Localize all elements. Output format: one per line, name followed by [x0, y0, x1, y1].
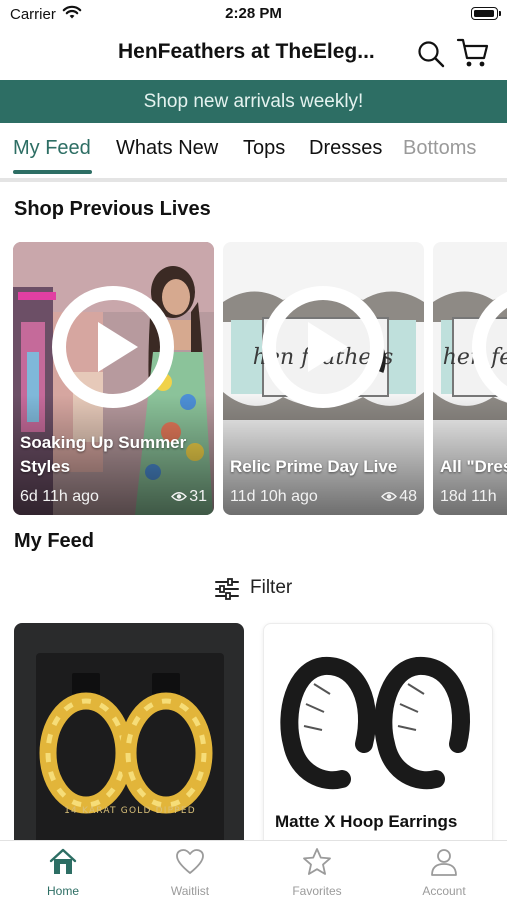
battery-icon	[471, 7, 501, 20]
live-card[interactable]: hen feathers All "Dres 18d 11h	[433, 242, 507, 515]
home-icon	[49, 848, 77, 874]
live-views: 31	[171, 488, 207, 506]
heart-icon	[176, 849, 204, 874]
live-age: 11d 10h ago	[230, 488, 318, 505]
nav-favorites[interactable]: Favorites	[254, 841, 380, 900]
black-hoop-earrings-image	[280, 657, 471, 790]
tab-my-feed[interactable]: My Feed	[13, 137, 91, 160]
star-icon	[303, 848, 331, 875]
clock: 2:28 PM	[225, 5, 282, 22]
bottom-navigation: Home Waitlist Favorites Account	[0, 840, 507, 900]
live-title: Relic Prime Day Live	[230, 457, 398, 476]
cart-icon[interactable]	[456, 37, 490, 69]
nav-home[interactable]: Home	[0, 841, 126, 900]
nav-account[interactable]: Account	[381, 841, 507, 900]
filter-label: Filter	[250, 577, 293, 598]
live-age: 18d 11h	[440, 488, 497, 505]
tab-divider	[0, 178, 507, 182]
store-title: HenFeathers at TheEleg...	[118, 40, 375, 63]
live-card[interactable]: Soaking Up Summer Styles 6d 11h ago 31	[13, 242, 214, 515]
view-count: 31	[189, 488, 207, 505]
nav-home-label: Home	[46, 884, 79, 898]
live-title: Soaking Up Summer Styles	[20, 433, 187, 476]
nav-waitlist[interactable]: Waitlist	[127, 841, 253, 900]
tab-active-indicator	[13, 170, 92, 174]
tab-whats-new[interactable]: Whats New	[116, 137, 218, 160]
category-tabs: My Feed Whats New Tops Dresses Bottoms	[0, 123, 507, 178]
gold-hoop-earrings-image: 14 KARAT GOLD DIPPED	[36, 653, 224, 853]
person-icon	[431, 849, 457, 876]
search-icon[interactable]	[416, 39, 446, 69]
live-card[interactable]: hen feathers Relic Prime Day Live 11d 10…	[223, 242, 424, 515]
box-text: 14 KARAT GOLD DIPPED	[64, 806, 196, 816]
view-count: 48	[399, 488, 417, 505]
product-name: Matte X Hoop Earrings	[275, 812, 458, 831]
my-feed-heading: My Feed	[14, 530, 95, 552]
tab-dresses[interactable]: Dresses	[309, 137, 382, 160]
product-card[interactable]: 14 KARAT GOLD DIPPED	[14, 623, 244, 853]
live-title: All "Dres	[440, 457, 507, 476]
play-icon[interactable]	[52, 286, 174, 408]
eye-icon	[381, 492, 398, 501]
product-card[interactable]: Matte X Hoop Earrings	[263, 623, 493, 853]
nav-waitlist-label: Waitlist	[170, 884, 210, 898]
nav-account-label: Account	[422, 884, 466, 898]
previous-lives-carousel[interactable]: Soaking Up Summer Styles 6d 11h ago 31 h…	[0, 242, 507, 515]
previous-lives-heading: Shop Previous Lives	[14, 198, 211, 220]
nav-favorites-label: Favorites	[292, 884, 342, 898]
status-bar: Carrier 2:28 PM	[0, 0, 507, 30]
eye-icon	[171, 492, 188, 501]
play-icon[interactable]	[262, 286, 384, 408]
live-age: 6d 11h ago	[20, 488, 99, 505]
tab-tops[interactable]: Tops	[243, 137, 285, 160]
live-views: 48	[381, 488, 417, 506]
promo-banner[interactable]: Shop new arrivals weekly!	[0, 80, 507, 123]
app-header: HenFeathers at TheEleg...	[0, 30, 507, 78]
tab-bottoms[interactable]: Bottoms	[403, 137, 476, 160]
sliders-icon	[215, 578, 239, 600]
